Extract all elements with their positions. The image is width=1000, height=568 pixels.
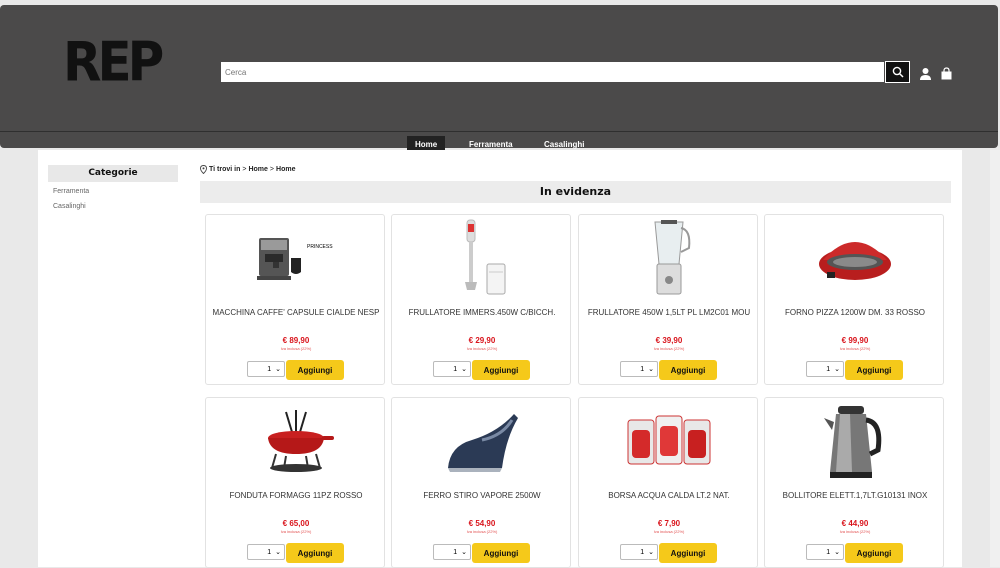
hand-blender-icon[interactable] [392, 217, 572, 299]
product-name[interactable]: BOLLITORE ELETT.1,7LT.G10131 INOX [771, 490, 939, 501]
product-name[interactable]: FRULLATORE IMMERS.450W C/BICCH. [398, 307, 566, 318]
product-price: € 54,90 [468, 519, 496, 528]
product-name[interactable]: BORSA ACQUA CALDA LT.2 NAT. [585, 490, 753, 501]
add-to-cart-button[interactable]: Aggiungi [286, 543, 344, 563]
product-card[interactable]: BOLLITORE ELETT.1,7LT.G10131 INOX € 44,9… [764, 397, 944, 568]
add-to-cart-button[interactable]: Aggiungi [286, 360, 344, 380]
quantity-value: 1 [267, 365, 272, 373]
product-card[interactable]: FERRO STIRO VAPORE 2500W € 54,90 Iva inc… [391, 397, 571, 568]
product-price: € 99,90 [841, 336, 869, 345]
product-vat: Iva inclusa (22%) [466, 346, 498, 351]
quantity-value: 1 [826, 365, 831, 373]
site-header: REP Home Ferramenta Casalinghi [0, 5, 998, 153]
chevron-down-icon: ⌄ [461, 366, 467, 373]
quantity-select[interactable]: 1 ⌄ [247, 544, 285, 560]
quantity-value: 1 [640, 548, 645, 556]
coffee-machine-icon[interactable]: PRINCESS [206, 217, 386, 299]
product-price: € 89,90 [282, 336, 310, 345]
product-card[interactable]: PRINCESS MACCHINA CAFFE' CAPSULE CIALDE … [205, 214, 385, 385]
quantity-value: 1 [640, 365, 645, 373]
product-card[interactable]: FONDUTA FORMAGG 11PZ ROSSO € 65,00 Iva i… [205, 397, 385, 568]
product-vat: Iva inclusa (22%) [280, 346, 312, 351]
product-name[interactable]: FONDUTA FORMAGG 11PZ ROSSO [212, 490, 380, 501]
add-to-cart-button[interactable]: Aggiungi [472, 360, 530, 380]
product-price: € 39,90 [655, 336, 683, 345]
product-card[interactable]: BORSA ACQUA CALDA LT.2 NAT. € 7,90 Iva i… [578, 397, 758, 568]
quantity-value: 1 [453, 365, 458, 373]
product-vat: Iva inclusa (22%) [653, 529, 685, 534]
product-card[interactable]: FRULLATORE 450W 1,5LT PL LM2C01 MOU € 39… [578, 214, 758, 385]
quantity-value: 1 [826, 548, 831, 556]
steam-iron-icon[interactable] [392, 400, 572, 482]
chevron-down-icon: ⌄ [834, 549, 840, 556]
product-name[interactable]: FRULLATORE 450W 1,5LT PL LM2C01 MOU [585, 307, 753, 318]
blender-icon[interactable] [579, 217, 759, 299]
product-vat: Iva inclusa (22%) [653, 346, 685, 351]
breadcrumb-current: Home [276, 166, 296, 173]
add-to-cart-button[interactable]: Aggiungi [659, 543, 717, 563]
product-price: € 29,90 [468, 336, 496, 345]
product-name[interactable]: FORNO PIZZA 1200W DM. 33 ROSSO [771, 307, 939, 318]
product-price: € 65,00 [282, 519, 310, 528]
product-name[interactable]: MACCHINA CAFFE' CAPSULE CIALDE NESP [212, 307, 380, 318]
product-vat: Iva inclusa (22%) [466, 529, 498, 534]
section-title: In evidenza [200, 181, 951, 203]
quantity-select[interactable]: 1 ⌄ [620, 361, 658, 377]
quantity-select[interactable]: 1 ⌄ [433, 544, 471, 560]
kettle-icon[interactable] [765, 400, 945, 482]
quantity-value: 1 [453, 548, 458, 556]
quantity-select[interactable]: 1 ⌄ [433, 361, 471, 377]
chevron-down-icon: ⌄ [461, 549, 467, 556]
chevron-down-icon: ⌄ [275, 549, 281, 556]
product-vat: Iva inclusa (22%) [280, 529, 312, 534]
breadcrumb-prefix: Ti trovi in [209, 166, 241, 173]
user-icon[interactable] [919, 65, 932, 84]
product-vat: Iva inclusa (22%) [839, 346, 871, 351]
hot-water-bottle-icon[interactable] [579, 400, 759, 482]
chevron-down-icon: ⌄ [275, 366, 281, 373]
cart-icon[interactable] [940, 65, 953, 84]
location-pin-icon [200, 165, 207, 174]
right-scroll-area[interactable] [990, 150, 1000, 567]
svg-text:PRINCESS: PRINCESS [307, 244, 333, 250]
search-input[interactable] [221, 62, 884, 82]
site-logo[interactable]: REP [63, 35, 164, 89]
product-card[interactable]: FORNO PIZZA 1200W DM. 33 ROSSO € 99,90 I… [764, 214, 944, 385]
product-vat: Iva inclusa (22%) [839, 529, 871, 534]
product-price: € 44,90 [841, 519, 869, 528]
chevron-down-icon: ⌄ [834, 366, 840, 373]
quantity-select[interactable]: 1 ⌄ [620, 544, 658, 560]
product-price: € 7,90 [657, 519, 681, 528]
chevron-down-icon: ⌄ [648, 549, 654, 556]
quantity-select[interactable]: 1 ⌄ [806, 544, 844, 560]
fondue-set-icon[interactable] [206, 400, 386, 482]
add-to-cart-button[interactable]: Aggiungi [659, 360, 717, 380]
product-card[interactable]: FRULLATORE IMMERS.450W C/BICCH. € 29,90 … [391, 214, 571, 385]
add-to-cart-button[interactable]: Aggiungi [845, 543, 903, 563]
breadcrumb-separator: > [242, 166, 247, 173]
chevron-down-icon: ⌄ [648, 366, 654, 373]
search-button[interactable] [885, 61, 910, 83]
breadcrumb: Ti trovi in > Home > Home [200, 165, 295, 174]
search-icon [892, 66, 904, 78]
breadcrumb-separator: > [269, 166, 275, 173]
add-to-cart-button[interactable]: Aggiungi [472, 543, 530, 563]
categories-title: Categorie [48, 165, 178, 182]
quantity-value: 1 [267, 548, 272, 556]
pizza-oven-icon[interactable] [765, 217, 945, 299]
quantity-select[interactable]: 1 ⌄ [806, 361, 844, 377]
category-casalinghi[interactable]: Casalinghi [53, 203, 86, 210]
product-name[interactable]: FERRO STIRO VAPORE 2500W [398, 490, 566, 501]
category-ferramenta[interactable]: Ferramenta [53, 188, 89, 195]
quantity-select[interactable]: 1 ⌄ [247, 361, 285, 377]
add-to-cart-button[interactable]: Aggiungi [845, 360, 903, 380]
main-content: Categorie Ferramenta Casalinghi Ti trovi… [38, 150, 962, 568]
breadcrumb-home[interactable]: Home [248, 166, 267, 173]
